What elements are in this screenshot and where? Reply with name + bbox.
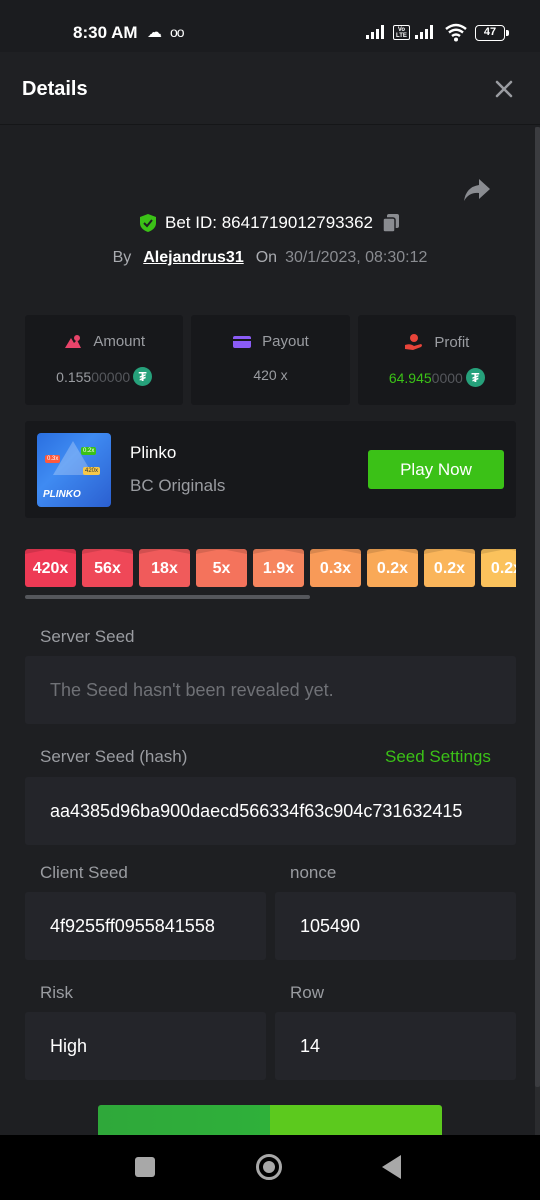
voicemail-icon: oo [170,24,185,40]
status-time: 8:30 AM [73,23,138,42]
game-name: Plinko [130,443,177,462]
bet-byline: By Alejandrus31 On 30/1/2023, 08:30:12 [0,249,540,267]
thumb-tag: 420x [83,467,101,475]
server-seed-field[interactable]: The Seed hasn't been revealed yet. [25,656,516,724]
page-title: Details [22,78,88,100]
verify-button[interactable] [98,1105,442,1135]
profit-hand-icon [405,334,423,350]
on-label: On [255,249,278,266]
tether-icon: ₮ [465,368,485,387]
signal-icon [366,25,384,39]
game-provider: BC Originals [130,476,226,495]
shield-check-icon [140,214,157,232]
thumb-tag: 0.3x [45,455,61,463]
risk-field[interactable]: High [25,1012,266,1080]
server-hash-label: Server Seed (hash) [40,747,188,766]
cloud-icon: ☁ [147,24,162,41]
amount-value: 0.15500000 ₮ [25,367,183,386]
close-icon[interactable] [492,77,516,101]
amount-card: Amount 0.15500000 ₮ [25,315,184,405]
multiplier-chip: 5x [196,549,247,587]
profit-card: Profit 64.9450000 ₮ [357,315,516,405]
client-seed-field[interactable]: 4f9255ff0955841558 [25,892,266,960]
risk-label: Risk [40,983,74,1002]
play-now-button[interactable]: Play Now [368,450,504,489]
nonce-field[interactable]: 105490 [275,892,516,960]
server-seed-label: Server Seed [40,627,135,646]
multiplier-chip: 18x [139,549,190,587]
tether-icon: ₮ [133,367,153,386]
signal-icon-2 [415,25,433,39]
profit-value: 64.9450000 ₮ [358,368,516,387]
share-icon[interactable] [462,177,492,203]
profit-label: Profit [434,333,470,351]
recents-icon[interactable] [135,1157,155,1177]
multiplier-chip: 1.9x [253,549,304,587]
by-label: By [112,249,132,266]
bet-id-row: Bet ID: 8641719012793362 [0,213,540,238]
details-content[interactable]: Bet ID: 8641719012793362 By Alejandrus31 O… [0,125,540,1135]
nonce-label: nonce [290,863,337,882]
multiplier-strip[interactable]: 420x56x18x5x1.9x0.3x0.2x0.2x0.2x [25,549,516,589]
client-seed-label: Client Seed [40,863,128,882]
thumb-tag: 0.2x [81,447,97,455]
payout-card: Payout 420 x [191,315,350,405]
wallet-icon [233,335,252,348]
server-hash-field[interactable]: aa4385d96ba900daecd566334f63c904c7316324… [25,777,516,845]
bet-date: 30/1/2023, 08:30:12 [285,249,428,266]
row-label: Row [290,983,325,1002]
user-link[interactable]: Alejandrus31 [143,249,243,266]
game-card: 0.3x 0.2x 420x PLINKO Plinko BC Original… [25,421,516,518]
back-icon[interactable] [382,1155,401,1179]
multiplier-chip: 420x [25,549,76,587]
profit-trailing-zeros: 0000 [431,369,463,386]
status-bar: 8:30 AM ☁ oo Vo LTE 47 [0,0,540,52]
thumb-title: PLINKO [43,489,81,500]
scrollbar-thumb[interactable] [535,127,540,1087]
payout-value: 420 x [253,367,288,383]
battery-icon: 47 [475,25,509,41]
amount-icon [65,334,82,348]
home-icon[interactable] [256,1154,282,1180]
multiplier-chip: 56x [82,549,133,587]
multiplier-chip: 0.2x [367,549,418,587]
amount-trailing-zeros: 00000 [91,368,131,385]
bet-id: Bet ID: 8641719012793362 [165,213,373,232]
amount-label: Amount [93,333,146,350]
multiplier-chip: 0.2x [424,549,475,587]
horizontal-scrollbar[interactable] [25,595,310,599]
profit-number: 64.945 [388,369,432,386]
multiplier-chip: 0.3x [310,549,361,587]
lte-badge: Vo LTE [393,25,410,40]
multiplier-chip: 0.2x [481,549,516,587]
wifi-icon [445,23,467,42]
amount-number: 0.155 [56,368,92,385]
row-field[interactable]: 14 [275,1012,516,1080]
plinko-thumbnail[interactable]: 0.3x 0.2x 420x PLINKO [37,433,111,507]
system-nav-bar [0,1135,540,1200]
copy-icon[interactable] [381,213,401,233]
bet-stats: Amount 0.15500000 ₮ Payout 420 x Profit … [25,315,516,405]
seed-settings-link[interactable]: Seed Settings [385,747,491,767]
payout-label: Payout [262,333,309,350]
vertical-scrollbar[interactable] [535,127,540,1135]
details-header: Details [0,52,540,125]
